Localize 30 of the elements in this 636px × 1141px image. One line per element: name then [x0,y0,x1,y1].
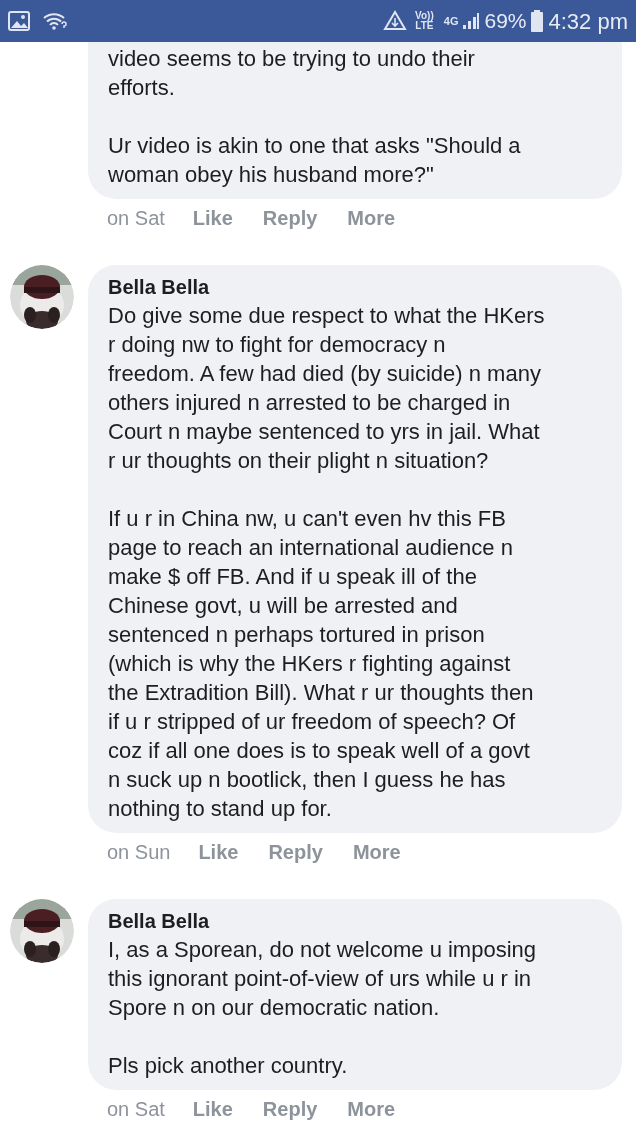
comment-time: on Sat [107,1097,165,1122]
comment-text: video seems to be trying to undo their efforts. [108,45,476,102]
comment-text: Pls pick another country. [108,1052,349,1080]
more-link[interactable]: More [347,205,396,231]
like-link[interactable]: Like [198,839,239,865]
signal-icon [462,12,481,30]
comment-text: Do give some due respect to what the HKers r doing nw to fight for democracy n freedom. A few had died (by suicide) n many others injured n arrested to be charged in Court n maybe sentenced to yrs in jail. What r ur thoughts on their plight n situation? [108,302,546,475]
data-saver-icon [383,10,408,32]
comment-text: Ur video is akin to one that asks "Should a woman obey his husband more?" [108,132,522,189]
clock: 4:32 pm [548,7,628,36]
like-link[interactable]: Like [192,205,233,231]
reply-link[interactable]: Reply [262,205,318,231]
comment-time: on Sun [107,840,171,865]
image-icon [8,11,30,31]
more-link[interactable]: More [352,839,401,865]
wifi-icon [42,11,68,31]
comment-text: I, as a Sporean, do not welcome u imposing this ignorant point-of-view of urs while u r in Spore n on our democratic nation. [108,936,538,1022]
comment-text: If u r in China nw, u can't even hv this FB page to reach an international audience n make $ off FB. And if u speak ill of the Chinese govt, u will be arrested and sentenced n perhaps tortured in prison (which is why the HKers r fighting against the Extradition Bill). What r ur thoughts then if u r stripped of ur freedom of speech? Of coz if all one does is to speak well of a govt n suck up n bootlick, then I guess he has nothing to stand up for. [108,505,535,823]
author-name[interactable]: Bella Bella [108,273,614,301]
battery-percent: 69% [484,8,527,35]
like-link[interactable]: Like [192,1096,233,1122]
volte-label: Vo)) [415,11,434,21]
lte-label: LTE [415,21,434,31]
reply-link[interactable]: Reply [268,839,323,865]
comment-time: on Sat [107,206,165,231]
network-label: 4G [443,13,459,29]
battery-icon [530,10,543,32]
more-link[interactable]: More [347,1096,396,1122]
author-name[interactable]: Bella Bella [108,907,614,935]
reply-link[interactable]: Reply [262,1096,318,1122]
